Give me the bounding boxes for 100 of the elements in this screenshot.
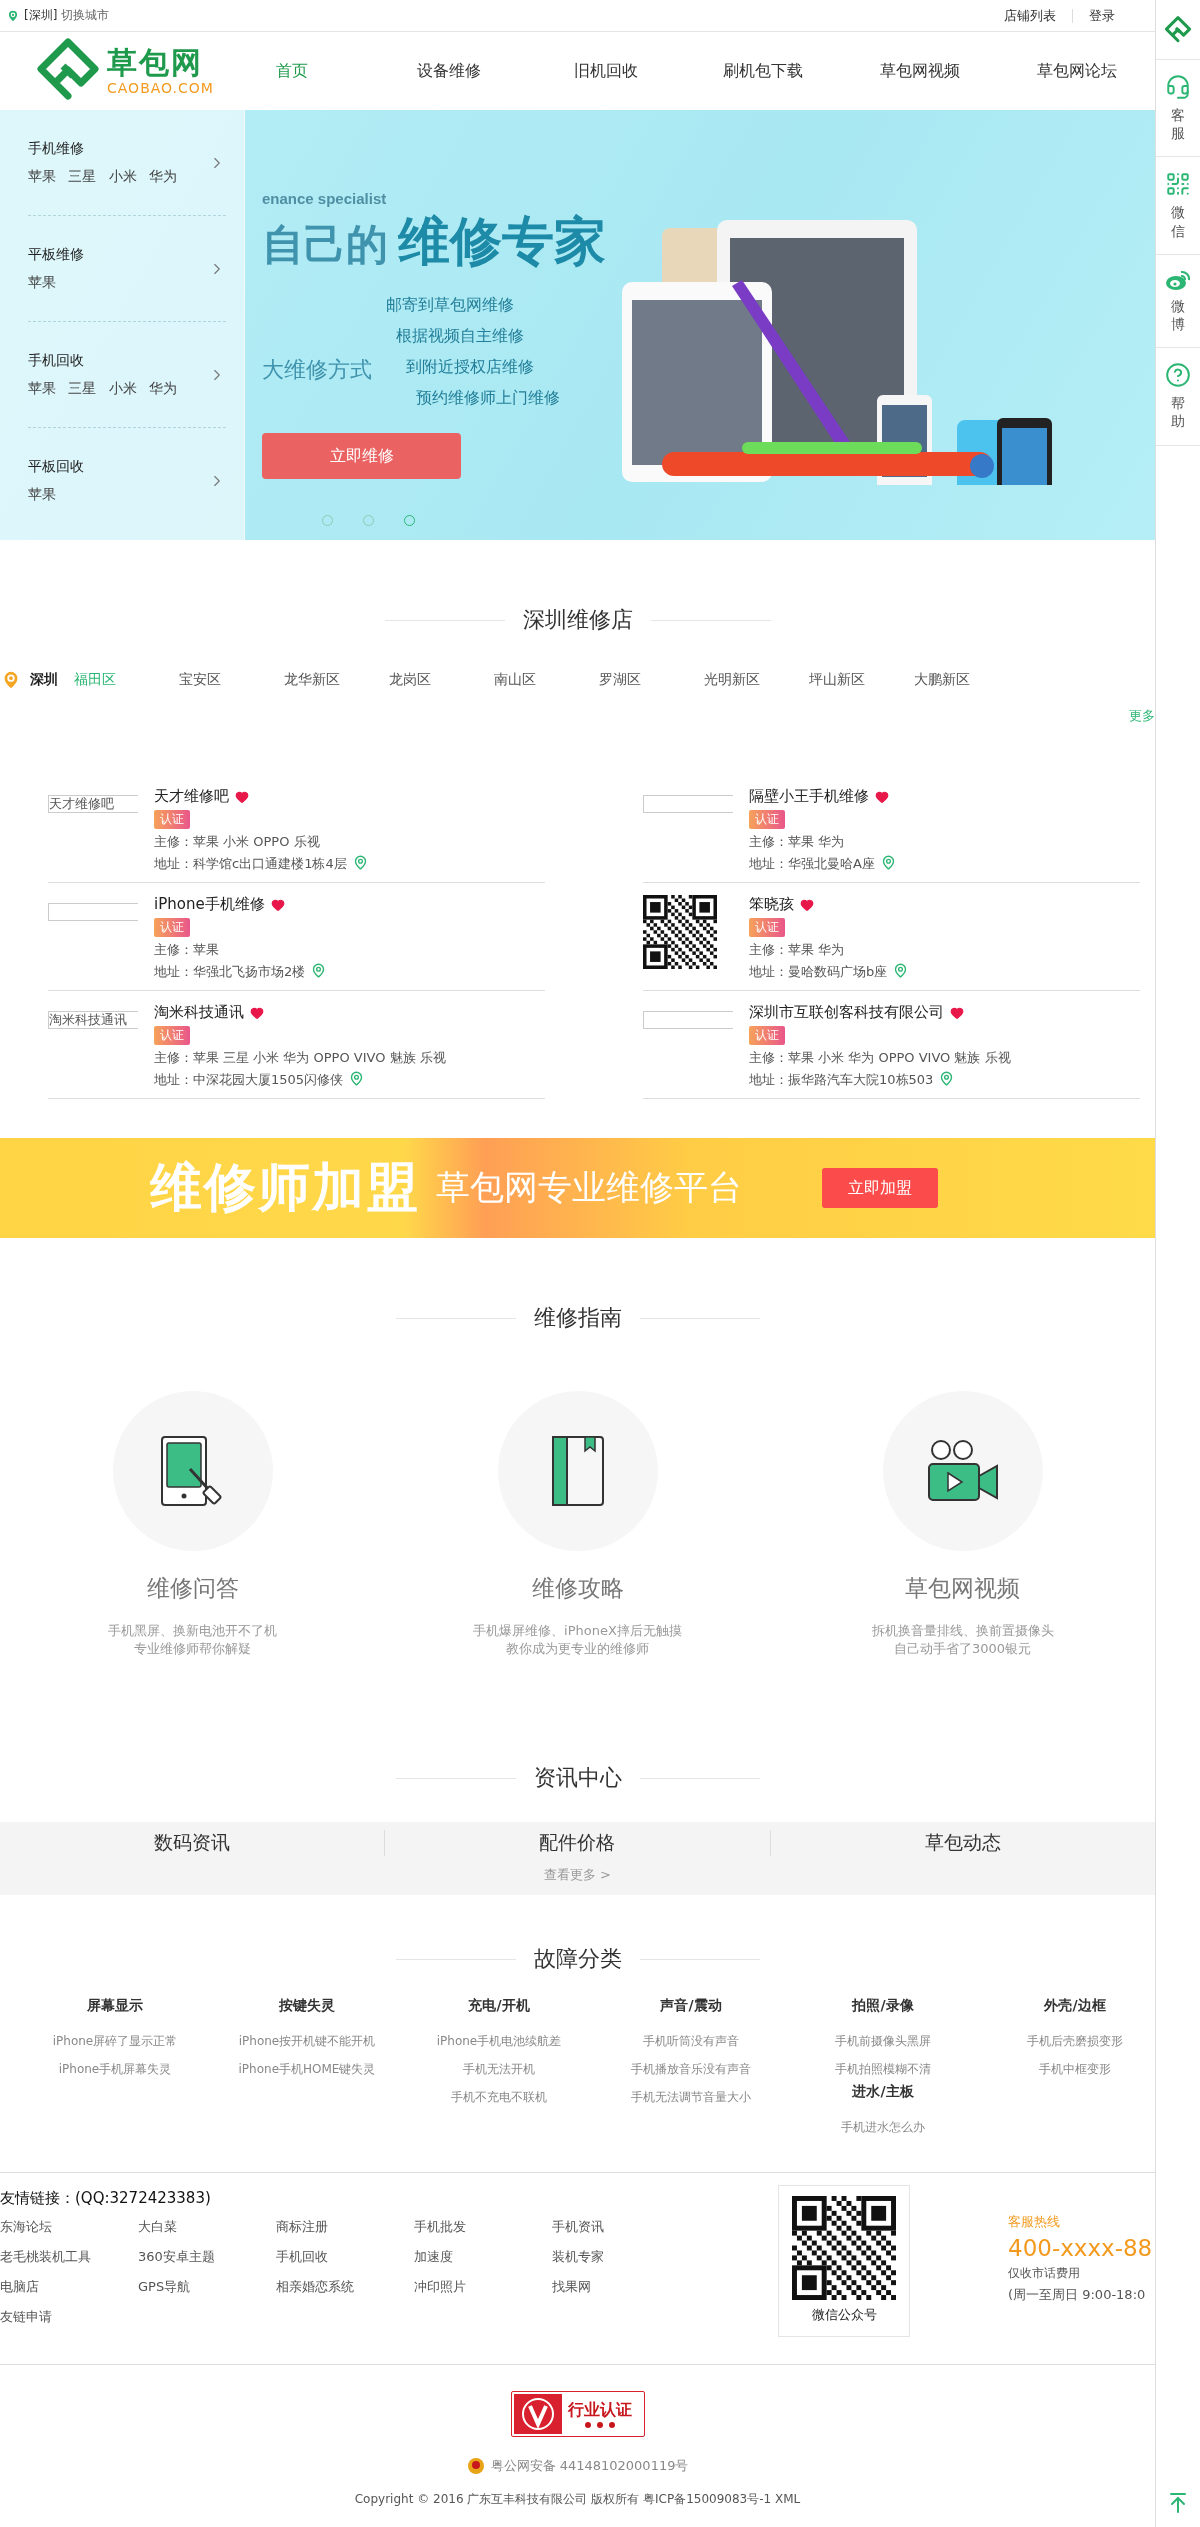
shop-name[interactable]: 淘米科技通讯	[154, 1003, 244, 1022]
menu-title[interactable]: 平板维修	[28, 245, 84, 264]
sidebar-button[interactable]: 微博	[1156, 254, 1200, 349]
location-pin-icon[interactable]	[311, 963, 327, 978]
hero-bullet: 根据视频自主维修	[396, 326, 524, 347]
weibo-icon	[1165, 268, 1191, 291]
fault-link[interactable]: 手机无法开机	[463, 2055, 535, 2083]
friend-link[interactable]: 手机回收	[276, 2242, 414, 2272]
heart-icon[interactable]	[800, 897, 814, 912]
guide-title[interactable]: 维修攻略	[531, 1573, 624, 1604]
menu-subitems[interactable]: 苹果	[28, 486, 84, 504]
sidebar-button[interactable]: 客服	[1156, 60, 1200, 158]
shop-address: 地址：科学馆c出口通建楼1栋4层	[154, 855, 347, 873]
fault-link[interactable]: 手机前摄像头黑屏	[835, 2027, 931, 2055]
switch-city-link[interactable]: 切换城市	[61, 7, 110, 24]
guide-title[interactable]: 草包网视频	[905, 1573, 1020, 1604]
location-pin-icon[interactable]	[939, 1071, 955, 1086]
friend-link[interactable]: 手机资讯	[552, 2212, 690, 2242]
fault-link[interactable]: 手机中框变形	[1039, 2055, 1111, 2083]
fault-link[interactable]: 手机进水怎么办	[841, 2113, 925, 2141]
fault-link[interactable]: iPhone屏碎了显示正常	[52, 2027, 178, 2055]
menu-subitems[interactable]: 苹果 三星 小米 华为	[28, 167, 178, 186]
top-link[interactable]: 登录	[1072, 8, 1131, 23]
fault-link[interactable]: 手机无法调节音量大小	[631, 2083, 751, 2111]
district-link[interactable]: 龙岗区	[389, 671, 494, 689]
district-link[interactable]: 罗湖区	[599, 671, 704, 689]
friend-link[interactable]: 加速度	[414, 2242, 552, 2272]
friend-link[interactable]: 电脑店	[0, 2272, 138, 2302]
shop-name[interactable]: 天才维修吧	[154, 787, 229, 806]
friend-link[interactable]: 东海论坛	[0, 2212, 138, 2242]
friend-link[interactable]: 冲印照片	[414, 2272, 552, 2302]
tagline: enance specialist	[262, 190, 387, 207]
friend-link[interactable]: 装机专家	[552, 2242, 690, 2272]
sidebar-button[interactable]: 微信	[1156, 157, 1200, 255]
fault-link[interactable]: 手机不充电不联机	[451, 2083, 547, 2111]
location-pin-icon[interactable]	[880, 855, 896, 870]
district-link[interactable]: 光明新区	[704, 671, 809, 689]
menu-title[interactable]: 手机回收	[28, 351, 178, 370]
shop-name[interactable]: 隔壁小王手机维修	[749, 787, 869, 806]
menu-title[interactable]: 平板回收	[28, 458, 84, 476]
friend-link[interactable]: 老毛桃装机工具	[0, 2242, 138, 2272]
section-title: 资讯中心	[533, 1764, 622, 1792]
district-link[interactable]: 大鹏新区	[914, 671, 1019, 689]
friend-link[interactable]: 相亲婚恋系统	[276, 2272, 414, 2302]
menu-title[interactable]: 手机维修	[28, 139, 178, 158]
district-link[interactable]: 宝安区	[179, 671, 284, 689]
headset-icon	[1165, 74, 1191, 100]
fault-link[interactable]: 手机后壳磨损变形	[1027, 2027, 1123, 2055]
fault-link[interactable]: iPhone手机屏幕失灵	[58, 2055, 172, 2083]
friend-link[interactable]: 友链申请	[0, 2302, 138, 2332]
friend-link[interactable]: 手机批发	[414, 2212, 552, 2242]
help-icon	[1165, 362, 1191, 389]
shop-address: 地址：华强北飞扬市场2楼	[154, 963, 306, 981]
news-tab[interactable]: 配件价格	[384, 1830, 770, 1856]
shop-name[interactable]: 深圳市互联创客科技有限公司	[749, 1003, 944, 1022]
fault-link[interactable]: 手机播放音乐没有声音	[631, 2055, 751, 2083]
friend-link[interactable]: GPS导航	[138, 2272, 276, 2302]
sidebar-button[interactable]: 帮助	[1156, 348, 1200, 446]
menu-subitems[interactable]: 苹果 三星 小米 华为	[28, 379, 178, 398]
friend-link[interactable]: 找果网	[552, 2272, 690, 2302]
shop-specialty: 主修：苹果 华为	[749, 833, 846, 851]
fault-link[interactable]: 手机听筒没有声音	[643, 2027, 739, 2055]
nav-link[interactable]: 首页	[213, 60, 371, 82]
location-pin-icon[interactable]	[349, 1071, 365, 1086]
location-pin-icon[interactable]	[893, 963, 909, 978]
shop-specialty: 主修：苹果 小米 华为 OPPO VIVO 魅族 乐视	[749, 1049, 1011, 1067]
friend-link[interactable]: 360安卓主题	[138, 2242, 276, 2272]
nav-link[interactable]: 旧机回收	[527, 60, 685, 82]
location-pin-icon[interactable]	[352, 855, 368, 870]
district-link[interactable]: 龙华新区	[284, 671, 389, 689]
broken-image: 淘米科技通讯	[48, 1011, 138, 1029]
guide-title[interactable]: 维修问答	[146, 1573, 239, 1604]
nav-link[interactable]: 刷机包下载	[684, 60, 842, 82]
heart-icon[interactable]	[270, 897, 285, 912]
menu-subitems[interactable]: 苹果	[28, 273, 84, 292]
top-link[interactable]: 店铺列表	[988, 8, 1072, 23]
nav-link[interactable]: 设备维修	[370, 60, 528, 82]
news-tab[interactable]: 数码资讯	[0, 1830, 385, 1856]
nav-link[interactable]: 草包网论坛	[998, 60, 1156, 82]
shop-name[interactable]: iPhone手机维修	[154, 895, 265, 914]
friend-link[interactable]: 商标注册	[276, 2212, 414, 2242]
fault-category-title: 按键失灵	[279, 1997, 335, 2015]
nav-link[interactable]: 草包网视频	[841, 60, 999, 82]
district-link[interactable]: 坪山新区	[809, 671, 914, 689]
heart-icon[interactable]	[250, 1005, 264, 1020]
certified-badge: 认证	[749, 918, 785, 937]
fault-link[interactable]: iPhone手机HOME键失灵	[238, 2055, 376, 2083]
fault-link[interactable]: iPhone按开机键不能开机	[238, 2027, 376, 2055]
heart-icon[interactable]	[875, 789, 889, 804]
city-label: 深圳	[30, 671, 58, 689]
district-link[interactable]: 南山区	[494, 671, 599, 689]
shop-name[interactable]: 笨晓孩	[749, 895, 794, 914]
fault-link[interactable]: 手机拍照模糊不清	[835, 2055, 931, 2083]
friend-link[interactable]: 大白菜	[138, 2212, 276, 2242]
fault-link[interactable]: iPhone手机电池续航差	[436, 2027, 562, 2055]
heart-icon[interactable]	[235, 789, 249, 804]
site-logo[interactable]: 草包网 CAOBAO.COM	[33, 36, 214, 106]
police-record[interactable]: 粤公网安备 44148102000119号	[490, 2457, 689, 2475]
news-tab[interactable]: 草包动态	[769, 1830, 1155, 1856]
heart-icon[interactable]	[950, 1005, 964, 1020]
